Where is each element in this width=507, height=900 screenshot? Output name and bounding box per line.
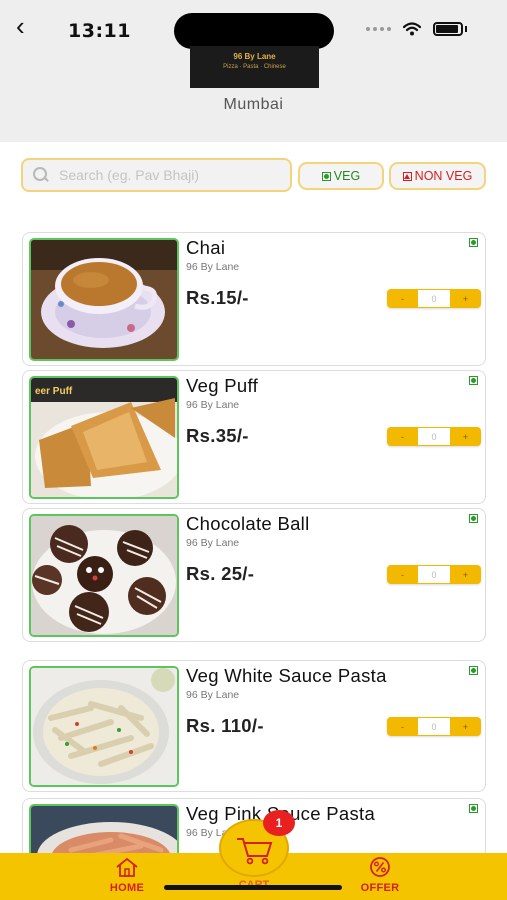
item-vendor: 96 By Lane bbox=[186, 261, 240, 273]
veg-indicator-icon bbox=[469, 376, 478, 385]
item-vendor: 96 By Lane bbox=[186, 537, 240, 549]
percent-icon bbox=[370, 857, 390, 877]
logo-text: 96 By Lane bbox=[233, 52, 276, 61]
quantity-stepper[interactable]: - 0 + bbox=[387, 565, 481, 584]
city-name: Mumbai bbox=[223, 96, 284, 113]
item-name: Veg Puff bbox=[186, 375, 259, 396]
increment-button[interactable]: + bbox=[450, 565, 481, 584]
search-icon bbox=[33, 167, 49, 183]
increment-button[interactable]: + bbox=[450, 717, 481, 736]
decrement-button[interactable]: - bbox=[387, 717, 418, 736]
veg-indicator-icon bbox=[469, 514, 478, 523]
home-indicator bbox=[164, 885, 342, 890]
item-vendor: 96 By Lane bbox=[186, 689, 240, 701]
item-price: Rs.35/- bbox=[186, 425, 249, 446]
item-photo-tea-cup bbox=[29, 238, 179, 361]
decrement-button[interactable]: - bbox=[387, 289, 418, 308]
wifi-icon bbox=[403, 22, 421, 36]
menu-item-card[interactable]: eer Puff Veg Puff 96 By Lane Rs.35/- - 0… bbox=[22, 370, 486, 504]
menu-item-card[interactable]: Veg White Sauce Pasta 96 By Lane Rs. 110… bbox=[22, 660, 486, 792]
quantity-value: 0 bbox=[418, 428, 450, 445]
quantity-stepper[interactable]: - 0 + bbox=[387, 289, 481, 308]
quantity-value: 0 bbox=[418, 290, 450, 307]
quantity-value: 0 bbox=[418, 718, 450, 735]
veg-icon bbox=[321, 171, 331, 181]
app-header: ‹ 13:11 96 By Lane Pizza · Pasta · Chine… bbox=[0, 0, 507, 142]
nav-home[interactable]: HOME bbox=[87, 857, 167, 894]
restaurant-logo: 96 By Lane Pizza · Pasta · Chinese bbox=[190, 46, 319, 88]
quantity-stepper[interactable]: - 0 + bbox=[387, 427, 481, 446]
item-photo-chocolate-balls bbox=[29, 514, 179, 637]
home-icon bbox=[116, 857, 138, 877]
nav-offer-label: OFFER bbox=[360, 882, 400, 894]
battery-icon bbox=[433, 22, 463, 36]
veg-indicator-icon bbox=[469, 238, 478, 247]
item-photo-pink-pasta bbox=[29, 804, 179, 858]
increment-button[interactable]: + bbox=[450, 289, 481, 308]
battery-cap bbox=[465, 26, 467, 32]
search-input[interactable] bbox=[59, 167, 279, 183]
photo-caption: eer Puff bbox=[35, 386, 73, 397]
status-time: 13:11 bbox=[68, 20, 131, 42]
item-price: Rs. 25/- bbox=[186, 563, 255, 584]
item-photo-puff-pastry: eer Puff bbox=[29, 376, 179, 499]
item-name: Chai bbox=[186, 237, 226, 258]
increment-button[interactable]: + bbox=[450, 427, 481, 446]
status-icons bbox=[366, 22, 467, 36]
signal-icon bbox=[366, 27, 391, 31]
nonveg-filter-label: NON VEG bbox=[414, 169, 473, 183]
quantity-value: 0 bbox=[418, 566, 450, 583]
item-price: Rs.15/- bbox=[186, 287, 249, 308]
item-name: Chocolate Ball bbox=[186, 513, 310, 534]
veg-indicator-icon bbox=[469, 804, 478, 813]
dynamic-island bbox=[174, 13, 334, 49]
decrement-button[interactable]: - bbox=[387, 565, 418, 584]
nonveg-filter-button[interactable]: NON VEG bbox=[389, 162, 486, 190]
item-price: Rs. 110/- bbox=[186, 715, 264, 736]
item-photo-white-pasta bbox=[29, 666, 179, 787]
decrement-button[interactable]: - bbox=[387, 427, 418, 446]
search-bar[interactable] bbox=[21, 158, 292, 192]
item-vendor: 96 By Lane bbox=[186, 399, 240, 411]
veg-filter-button[interactable]: VEG bbox=[298, 162, 384, 190]
quantity-stepper[interactable]: - 0 + bbox=[387, 717, 481, 736]
nav-offer[interactable]: OFFER bbox=[340, 857, 420, 894]
item-name: Veg White Sauce Pasta bbox=[186, 665, 387, 686]
menu-item-card[interactable]: Chocolate Ball 96 By Lane Rs. 25/- - 0 + bbox=[22, 508, 486, 642]
menu-item-card[interactable]: Chai 96 By Lane Rs.15/- - 0 + bbox=[22, 232, 486, 366]
nonveg-icon bbox=[402, 171, 412, 181]
veg-filter-label: VEG bbox=[333, 169, 361, 183]
veg-indicator-icon bbox=[469, 666, 478, 675]
logo-subtext: Pizza · Pasta · Chinese bbox=[223, 64, 286, 70]
back-icon[interactable]: ‹ bbox=[16, 12, 40, 40]
cart-count-badge: 1 bbox=[263, 810, 295, 836]
nav-home-label: HOME bbox=[109, 882, 145, 894]
